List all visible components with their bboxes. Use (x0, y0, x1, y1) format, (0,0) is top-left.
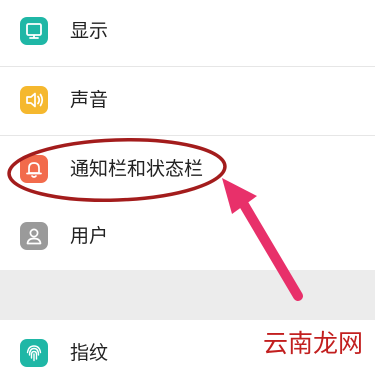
display-icon (20, 17, 48, 45)
user-icon (20, 222, 48, 250)
settings-item-users[interactable]: 用户 (0, 203, 375, 271)
section-separator (0, 270, 375, 321)
settings-item-fingerprint[interactable]: 指纹 (0, 320, 375, 388)
settings-item-notifications[interactable]: 通知栏和状态栏 (0, 136, 375, 204)
settings-item-sound[interactable]: 声音 (0, 67, 375, 135)
fingerprint-icon (20, 339, 48, 367)
settings-item-label: 显示 (70, 20, 109, 42)
settings-item-label: 用户 (70, 225, 109, 247)
settings-item-label: 声音 (70, 89, 109, 111)
speaker-icon (20, 86, 48, 114)
settings-item-label: 通知栏和状态栏 (70, 158, 204, 180)
settings-item-display[interactable]: 显示 (0, 0, 375, 66)
bell-icon (20, 155, 48, 183)
settings-item-label: 指纹 (70, 342, 109, 364)
